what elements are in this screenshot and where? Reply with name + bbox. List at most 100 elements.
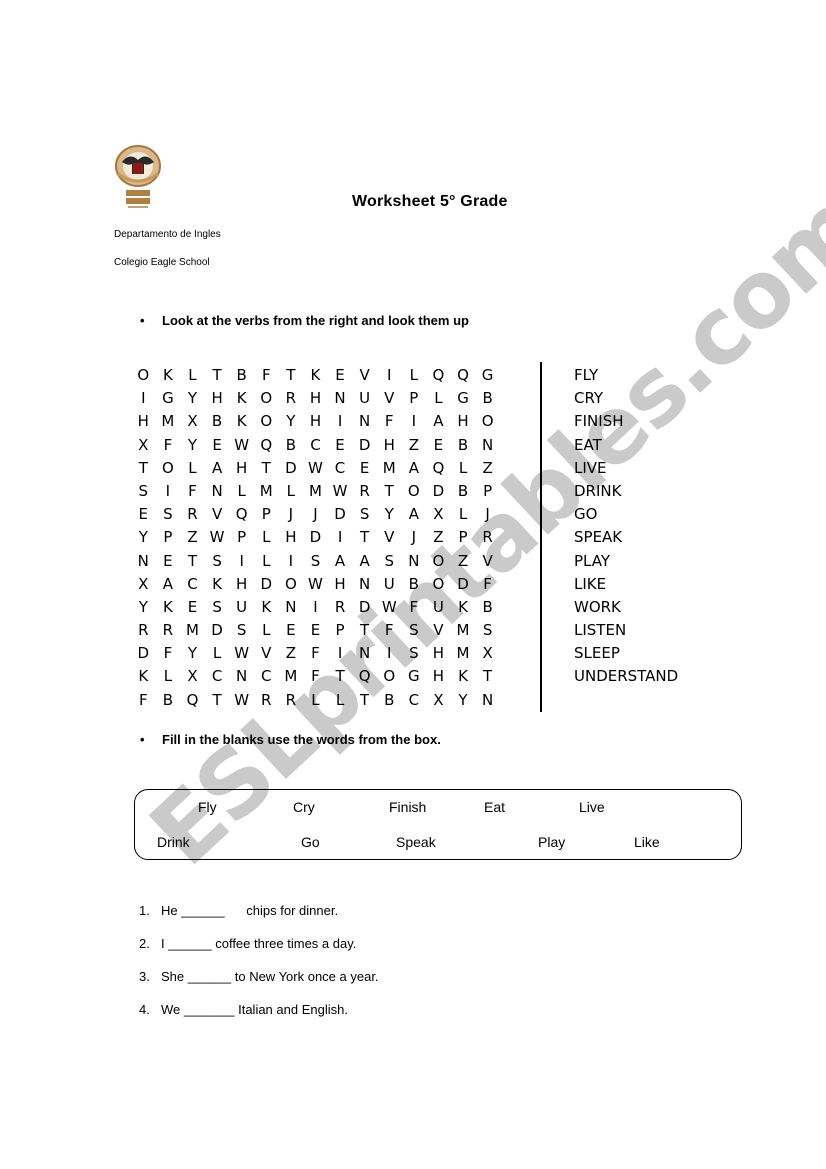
- grid-letter: K: [212, 574, 222, 593]
- grid-letter: H: [383, 435, 395, 454]
- grid-letter: Z: [433, 528, 444, 547]
- grid-letter: H: [309, 412, 322, 431]
- grid-letter: M: [382, 458, 396, 477]
- grid-letter: H: [211, 389, 223, 408]
- grid-letter: O: [137, 366, 150, 384]
- grid-letter: H: [457, 412, 469, 431]
- grid-letter: B: [236, 366, 247, 384]
- grid-letter: I: [337, 644, 343, 663]
- word-bank-item: Finish: [389, 799, 427, 815]
- grid-letter: F: [163, 644, 173, 663]
- grid-letter: V: [384, 389, 395, 408]
- grid-letter: W: [209, 528, 225, 547]
- grid-letter: S: [212, 597, 222, 616]
- grid-letter: T: [212, 366, 222, 384]
- grid-letter: V: [384, 528, 395, 547]
- grid-letter: E: [310, 621, 321, 640]
- grid-letter: O: [407, 481, 420, 500]
- grid-letter: T: [286, 366, 296, 384]
- question-number: 1.: [139, 903, 150, 918]
- question-item: 3. She ______ to New York once a year.: [139, 968, 379, 1001]
- bullet-icon: •: [140, 732, 145, 747]
- grid-letter: K: [162, 597, 173, 616]
- grid-letter: N: [285, 597, 297, 616]
- grid-letter: H: [309, 389, 322, 408]
- grid-letter: A: [408, 505, 419, 524]
- verb-item: SPEAK: [574, 528, 623, 547]
- grid-letter: D: [137, 644, 150, 663]
- grid-letter: T: [212, 690, 222, 709]
- grid-letter: K: [458, 597, 468, 616]
- grid-letter: F: [311, 667, 320, 686]
- grid-letter: H: [285, 528, 297, 547]
- page-title: Worksheet 5° Grade: [352, 193, 508, 210]
- grid-letter: O: [432, 574, 445, 593]
- grid-letter: N: [408, 551, 420, 570]
- grid-letter: N: [334, 389, 346, 408]
- grid-letter: F: [384, 412, 394, 431]
- grid-letter: W: [308, 458, 323, 477]
- eagle-crest-icon: [115, 145, 161, 208]
- grid-letter: B: [482, 597, 493, 616]
- word-bank-item: Fly: [198, 799, 217, 815]
- grid-letter: S: [409, 644, 419, 663]
- grid-letter: Y: [187, 389, 198, 408]
- grid-letter: Q: [260, 435, 273, 454]
- grid-letter: F: [384, 621, 394, 640]
- grid-letter: E: [187, 597, 198, 616]
- school-name: Colegio Eagle School: [114, 257, 210, 268]
- grid-letter: T: [187, 551, 198, 570]
- grid-letter: N: [359, 644, 371, 663]
- grid-letter: N: [211, 481, 223, 500]
- grid-letter: Y: [384, 505, 394, 524]
- instruction-text: Fill in the blanks use the words from th…: [162, 732, 441, 747]
- grid-letter: I: [313, 597, 318, 616]
- grid-letter: T: [261, 458, 271, 477]
- grid-letter: K: [310, 366, 321, 384]
- grid-letter: C: [334, 458, 346, 477]
- grid-letter: R: [285, 389, 297, 408]
- grid-letter: I: [288, 551, 294, 570]
- grid-letter: L: [458, 458, 468, 477]
- grid-letter: M: [456, 621, 470, 640]
- verb-item: PLAY: [574, 551, 611, 570]
- question-text: I ______ coffee three times a day.: [161, 936, 357, 951]
- word-bank-item: Like: [634, 834, 660, 850]
- grid-letter: L: [188, 458, 197, 477]
- grid-letter: I: [165, 481, 171, 500]
- grid-letter: G: [162, 389, 174, 408]
- question-text: She ______ to New York once a year.: [161, 969, 379, 984]
- grid-letter: O: [383, 667, 396, 686]
- grid-letter: M: [161, 412, 175, 431]
- grid-letter: K: [261, 597, 272, 616]
- grid-letter: V: [359, 366, 370, 384]
- grid-letter: W: [234, 644, 250, 663]
- grid-letter: R: [187, 505, 198, 524]
- grid-letter: S: [384, 551, 394, 570]
- grid-letter: L: [188, 366, 197, 384]
- grid-letter: Z: [482, 458, 493, 477]
- grid-letter: X: [138, 435, 149, 454]
- grid-letter: M: [186, 621, 199, 640]
- grid-letter: M: [259, 481, 273, 500]
- grid-letter: Q: [457, 366, 469, 384]
- grid-letter: F: [188, 481, 197, 500]
- grid-letter: M: [456, 644, 470, 663]
- grid-letter: M: [284, 667, 298, 686]
- grid-letter: R: [482, 528, 493, 547]
- grid-letter: Y: [138, 528, 148, 547]
- grid-letter: F: [409, 597, 419, 616]
- grid-letter: Z: [187, 528, 198, 547]
- question-item: 2. I ______ coffee three times a day.: [139, 935, 379, 968]
- grid-letter: B: [384, 690, 395, 709]
- question-text: He ______ chips for dinner.: [161, 903, 339, 918]
- grid-letter: A: [359, 551, 370, 570]
- department-label: Departamento de Ingles: [114, 229, 221, 240]
- verb-item: FINISH: [574, 412, 624, 431]
- grid-letter: V: [433, 621, 444, 640]
- grid-letter: I: [387, 644, 392, 663]
- fill-in-questions: 1. He ______ chips for dinner. 2. I ______…: [139, 902, 379, 1034]
- grid-letter: E: [433, 435, 444, 454]
- grid-letter: D: [432, 481, 445, 500]
- grid-letter: U: [383, 574, 395, 593]
